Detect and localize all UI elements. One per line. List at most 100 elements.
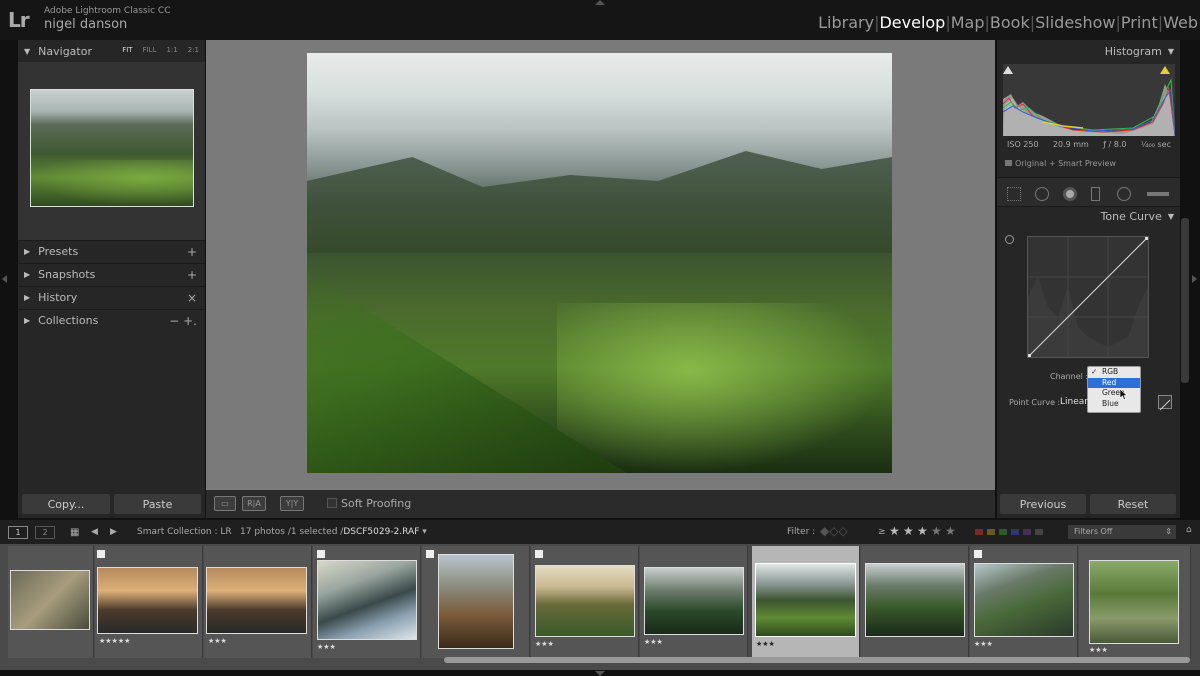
color-label-blue[interactable] — [1011, 529, 1019, 535]
rating-star-icon[interactable]: ★ — [945, 524, 956, 538]
main-photo[interactable] — [307, 53, 892, 473]
adjustment-brush-icon[interactable] — [1147, 192, 1169, 196]
navigator-thumbnail[interactable] — [30, 89, 194, 207]
module-print[interactable]: Print — [1121, 13, 1158, 32]
flag-icon[interactable] — [317, 550, 325, 558]
tone-curve-header[interactable]: Tone Curve ▼ — [997, 206, 1180, 226]
channel-option-green[interactable]: Green — [1088, 388, 1140, 399]
zoom-1-1[interactable]: 1:1 — [166, 46, 177, 54]
filmstrip-scrollbar[interactable] — [444, 657, 1190, 663]
filmstrip-cell[interactable]: ★★★ — [640, 546, 748, 658]
bottom-panel-toggle-icon[interactable] — [595, 671, 605, 676]
clear-history-icon[interactable]: × — [187, 291, 197, 305]
color-label-green[interactable] — [999, 529, 1007, 535]
thumbnail[interactable] — [10, 570, 90, 630]
graduated-filter-tool-icon[interactable] — [1091, 187, 1100, 201]
channel-option-red[interactable]: Red — [1088, 377, 1140, 388]
thumbnail[interactable] — [974, 563, 1074, 637]
navigator-header[interactable]: ▼ Navigator FIT FILL 1:1 2:1 — [18, 40, 205, 62]
add-snapshot-icon[interactable]: + — [187, 268, 197, 282]
thumbnail[interactable] — [317, 560, 417, 640]
channel-option-blue[interactable]: Blue — [1088, 399, 1140, 410]
module-develop[interactable]: Develop — [879, 13, 945, 32]
snapshots-section[interactable]: ▶ Snapshots + — [18, 263, 205, 285]
copy-button[interactable]: Copy... — [22, 494, 110, 514]
thumbnail[interactable] — [644, 567, 744, 635]
color-label-none[interactable] — [1035, 529, 1043, 535]
tone-curve-graph[interactable] — [1027, 236, 1149, 358]
flag-icon[interactable] — [535, 550, 543, 558]
grid-view-icon[interactable]: ▦ — [70, 527, 79, 538]
main-window-button[interactable]: 1 — [8, 526, 28, 539]
back-arrow-icon[interactable]: ◀ — [91, 527, 98, 537]
flag-icon[interactable] — [97, 550, 105, 558]
forward-arrow-icon[interactable]: ▶ — [110, 527, 117, 537]
thumbnail[interactable] — [755, 563, 856, 637]
filmstrip-cell[interactable]: ★★★ — [1079, 546, 1191, 658]
add-preset-icon[interactable]: + — [187, 245, 197, 259]
flag-icon[interactable] — [974, 550, 982, 558]
filmstrip-cell[interactable]: ★★★ — [313, 546, 421, 658]
rating-star-icon[interactable]: ★ — [917, 524, 928, 538]
collections-actions-icon[interactable]: − +. — [169, 314, 197, 328]
thumbnail[interactable] — [206, 567, 307, 634]
channel-option-rgb[interactable]: ✓ RGB — [1088, 367, 1140, 378]
channel-dropdown[interactable]: ✓ RGB Red Green Blue — [1087, 366, 1141, 413]
flag-icon[interactable] — [426, 550, 434, 558]
filmstrip-cell[interactable] — [861, 546, 969, 658]
reset-button[interactable]: Reset — [1090, 494, 1176, 514]
crop-tool-icon[interactable] — [1007, 187, 1021, 201]
thumbnail[interactable] — [1089, 560, 1179, 644]
flag-filter-icons[interactable]: ◆◇◇ — [820, 524, 848, 538]
presets-section[interactable]: ▶ Presets + — [18, 240, 205, 262]
color-label-red[interactable] — [975, 529, 983, 535]
point-curve-value[interactable]: Linear — [1060, 397, 1088, 407]
before-after-tb-icon[interactable]: Y|Y — [280, 496, 304, 511]
before-after-lr-icon[interactable]: R|A — [242, 496, 266, 511]
rating-star-icon[interactable]: ★ — [931, 524, 942, 538]
rating-star-icon[interactable]: ★ — [889, 524, 900, 538]
filmstrip-cell[interactable]: ★★★ — [204, 546, 312, 658]
thumbnail[interactable] — [97, 567, 198, 634]
right-panel-scrollbar[interactable] — [1181, 218, 1189, 383]
color-label-yellow[interactable] — [987, 529, 995, 535]
zoom-2-1[interactable]: 2:1 — [188, 46, 199, 54]
edit-point-curve-icon[interactable] — [1158, 395, 1172, 411]
filter-preset-select[interactable]: Filters Off ⇕ — [1068, 525, 1176, 539]
history-section[interactable]: ▶ History × — [18, 286, 205, 308]
source-label[interactable]: Smart Collection : LR — [137, 527, 232, 537]
filmstrip-cell[interactable] — [422, 546, 530, 658]
rating-operator[interactable]: ≥ — [878, 527, 886, 537]
soft-proofing-checkbox[interactable] — [327, 498, 337, 508]
secondary-window-button[interactable]: 2 — [35, 526, 55, 539]
rating-star-icon[interactable]: ★ — [903, 524, 914, 538]
thumbnail[interactable] — [535, 565, 635, 637]
zoom-fill[interactable]: FILL — [143, 46, 157, 54]
filmstrip-cell[interactable]: ★★★ — [970, 546, 1078, 658]
thumbnail[interactable] — [438, 554, 514, 649]
previous-button[interactable]: Previous — [1000, 494, 1086, 514]
zoom-fit[interactable]: FIT — [122, 46, 132, 54]
red-eye-tool-icon[interactable] — [1063, 187, 1077, 201]
module-map[interactable]: Map — [951, 13, 985, 32]
module-web[interactable]: Web — [1163, 13, 1200, 32]
paste-button[interactable]: Paste — [114, 494, 201, 514]
filmstrip-cell[interactable]: ★★★★★ — [95, 546, 203, 658]
histogram-graph[interactable] — [1003, 64, 1175, 136]
module-library[interactable]: Library — [818, 13, 874, 32]
module-book[interactable]: Book — [990, 13, 1030, 32]
filmstrip-cell[interactable]: ★★★ — [531, 546, 639, 658]
thumbnail[interactable] — [865, 563, 965, 637]
top-panel-toggle-icon[interactable] — [595, 0, 605, 5]
right-panel-toggle-icon[interactable] — [1192, 275, 1197, 283]
module-slideshow[interactable]: Slideshow — [1035, 13, 1115, 32]
targeted-adjustment-icon[interactable] — [1005, 235, 1014, 244]
collections-section[interactable]: ▶ Collections − +. — [18, 309, 205, 331]
radial-filter-tool-icon[interactable] — [1117, 187, 1131, 201]
spot-removal-tool-icon[interactable] — [1035, 187, 1049, 201]
filmstrip-cell[interactable] — [8, 546, 94, 658]
loupe-view-icon[interactable]: ▭ — [214, 496, 236, 511]
filter-lock-icon[interactable]: ⌂ — [1186, 525, 1192, 535]
filmstrip-cell-selected[interactable]: ★★★ — [752, 546, 860, 658]
histogram-header[interactable]: Histogram ▼ — [997, 41, 1180, 61]
